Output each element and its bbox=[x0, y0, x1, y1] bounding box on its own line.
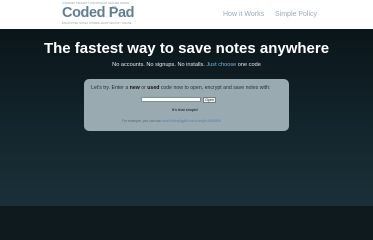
logo-wordmark: Coded Pad bbox=[62, 5, 135, 21]
code-entry-card: Let's try. Enter a new or used code now … bbox=[84, 79, 289, 131]
logo-tagline-bottom: ENCRYPTED NOTES STORED ANONYMOUSLY ONLIN… bbox=[62, 22, 132, 25]
intro-new: new bbox=[129, 85, 140, 91]
simple-text: It's that simple! bbox=[172, 108, 199, 112]
hero-headline: The fastest way to save notes anywhere bbox=[43, 40, 330, 57]
subline-suffix: one code bbox=[237, 62, 261, 68]
open-button[interactable]: Open bbox=[203, 96, 216, 103]
nav-simple-policy[interactable]: Simple Policy bbox=[275, 11, 317, 18]
code-input[interactable] bbox=[141, 97, 201, 102]
example-code-link[interactable]: aibe9Xelbq9gy8s0ne0ciang9u1698898 bbox=[162, 119, 221, 123]
intro-text-1: Let's try. Enter a bbox=[91, 85, 130, 91]
nav-how-it-works[interactable]: How it Works bbox=[223, 11, 264, 18]
example-prefix: For example, you can use bbox=[122, 119, 162, 123]
example-text: For example, you can use aibe9Xelbq9gy8s… bbox=[122, 119, 221, 123]
coded-pad-logo[interactable]: INTERNET SECURITY ANONYMOUS SECURE NOTES… bbox=[62, 2, 135, 26]
card-intro: Let's try. Enter a new or used code now … bbox=[91, 85, 270, 91]
top-bar: INTERNET SECURITY ANONYMOUS SECURE NOTES… bbox=[0, 0, 373, 29]
intro-used: used bbox=[147, 85, 160, 91]
subline-accent: Just choose bbox=[206, 62, 237, 68]
intro-text-3: code now to open, encrypt and save notes… bbox=[159, 85, 271, 91]
subline-prefix: No accounts. No signups. No installs. bbox=[112, 62, 205, 68]
logo-trademark: TM bbox=[112, 5, 117, 9]
hero-subline: No accounts. No signups. No installs. Ju… bbox=[0, 62, 373, 68]
